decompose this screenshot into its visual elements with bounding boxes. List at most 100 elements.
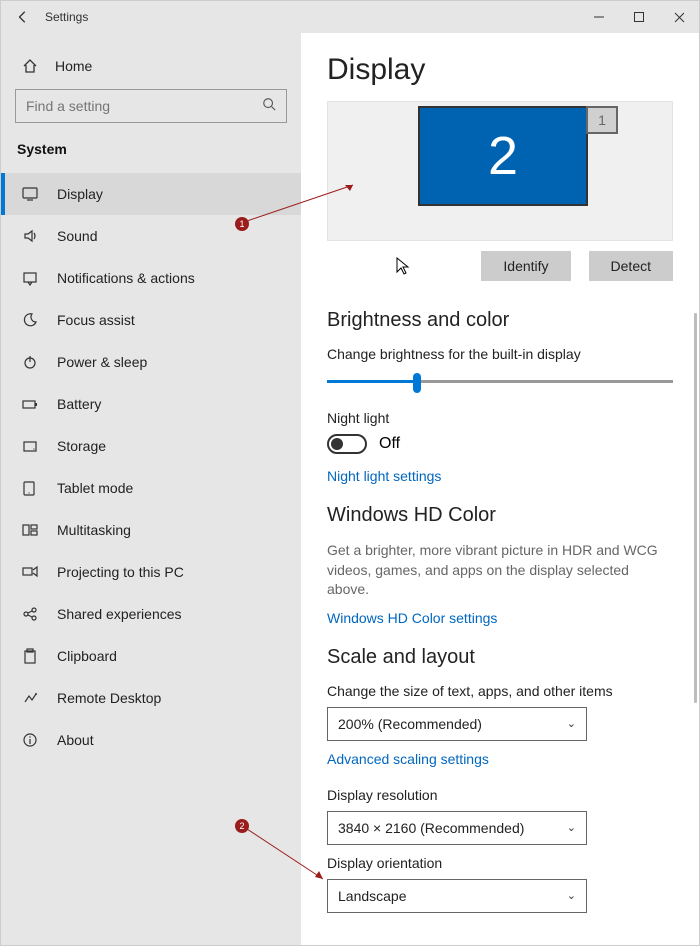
sidebar-item-label: Storage <box>57 438 106 454</box>
scale-value: 200% (Recommended) <box>338 716 482 732</box>
page-title: Display <box>327 53 673 87</box>
brightness-slider[interactable] <box>327 370 673 394</box>
sidebar-item-share[interactable]: Shared experiences <box>1 593 301 635</box>
window-controls <box>579 1 699 33</box>
brightness-label: Change brightness for the built-in displ… <box>327 346 673 362</box>
hd-description: Get a brighter, more vibrant picture in … <box>327 541 673 600</box>
sidebar-item-remote[interactable]: Remote Desktop <box>1 677 301 719</box>
notifications-icon <box>21 269 39 287</box>
sidebar-item-project[interactable]: Projecting to this PC <box>1 551 301 593</box>
maximize-button[interactable] <box>619 1 659 33</box>
sidebar-item-tablet[interactable]: Tablet mode <box>1 467 301 509</box>
chevron-down-icon: ⌄ <box>567 889 576 902</box>
resolution-value: 3840 × 2160 (Recommended) <box>338 820 524 836</box>
clipboard-icon <box>21 647 39 665</box>
sidebar-item-label: Remote Desktop <box>57 690 161 706</box>
sidebar-item-label: Shared experiences <box>57 606 182 622</box>
night-light-row: Off <box>327 434 673 454</box>
close-button[interactable] <box>659 1 699 33</box>
annotation-badge-1: 1 <box>235 217 249 231</box>
sidebar-item-battery[interactable]: Battery <box>1 383 301 425</box>
sidebar-item-label: Clipboard <box>57 648 117 664</box>
sidebar-item-storage[interactable]: Storage <box>1 425 301 467</box>
share-icon <box>21 605 39 623</box>
chevron-down-icon: ⌄ <box>567 717 576 730</box>
sidebar-item-label: Notifications & actions <box>57 270 195 286</box>
settings-window: Settings Home <box>0 0 700 946</box>
cursor-icon <box>396 257 410 275</box>
annotation-badge-2: 2 <box>235 819 249 833</box>
sidebar: Home System Display Sound Notifications & … <box>1 33 301 945</box>
moon-icon <box>21 311 39 329</box>
sidebar-item-sound[interactable]: Sound <box>1 215 301 257</box>
power-icon <box>21 353 39 371</box>
identify-button[interactable]: Identify <box>481 251 570 281</box>
monitor-2[interactable]: 2 <box>418 106 588 206</box>
sidebar-item-label: Battery <box>57 396 101 412</box>
sidebar-item-multitask[interactable]: Multitasking <box>1 509 301 551</box>
window-title: Settings <box>45 10 88 24</box>
orientation-value: Landscape <box>338 888 407 904</box>
sidebar-item-label: Tablet mode <box>57 480 133 496</box>
sound-icon <box>21 227 39 245</box>
home-label: Home <box>55 58 92 74</box>
minimize-button[interactable] <box>579 1 619 33</box>
back-button[interactable] <box>9 3 37 31</box>
sidebar-item-label: Projecting to this PC <box>57 564 184 580</box>
about-icon <box>21 731 39 749</box>
search-icon <box>262 97 276 116</box>
resolution-select[interactable]: 3840 × 2160 (Recommended) ⌄ <box>327 811 587 845</box>
detect-button[interactable]: Detect <box>589 251 673 281</box>
sidebar-item-label: Multitasking <box>57 522 131 538</box>
night-light-state: Off <box>379 435 400 453</box>
search-input[interactable] <box>15 89 287 123</box>
sidebar-item-power[interactable]: Power & sleep <box>1 341 301 383</box>
toggle-knob <box>331 438 343 450</box>
sidebar-item-about[interactable]: About <box>1 719 301 761</box>
monitor-arrangement[interactable]: 2 1 <box>327 101 673 241</box>
resolution-label: Display resolution <box>327 787 673 803</box>
search-field[interactable] <box>26 98 262 114</box>
hd-heading: Windows HD Color <box>327 504 673 527</box>
sidebar-item-label: Power & sleep <box>57 354 147 370</box>
display-icon <box>21 185 39 203</box>
scale-heading: Scale and layout <box>327 646 673 669</box>
night-light-label: Night light <box>327 410 673 426</box>
scale-label: Change the size of text, apps, and other… <box>327 683 673 699</box>
section-label: System <box>1 133 301 165</box>
advanced-scaling-link[interactable]: Advanced scaling settings <box>327 751 673 767</box>
slider-fill <box>327 380 417 383</box>
home-button[interactable]: Home <box>1 47 301 85</box>
nav-list: Display Sound Notifications & actions Focus… <box>1 173 301 761</box>
remote-icon <box>21 689 39 707</box>
sidebar-item-label: Focus assist <box>57 312 135 328</box>
sidebar-item-notifications[interactable]: Notifications & actions <box>1 257 301 299</box>
sidebar-item-display[interactable]: Display <box>1 173 301 215</box>
sidebar-item-label: Sound <box>57 228 97 244</box>
sidebar-item-label: Display <box>57 186 103 202</box>
chevron-down-icon: ⌄ <box>567 821 576 834</box>
search-wrap <box>1 85 301 133</box>
monitor-1[interactable]: 1 <box>586 106 618 134</box>
sidebar-item-label: About <box>57 732 94 748</box>
night-light-settings-link[interactable]: Night light settings <box>327 468 673 484</box>
orientation-label: Display orientation <box>327 855 673 871</box>
night-light-toggle[interactable] <box>327 434 367 454</box>
slider-thumb[interactable] <box>413 373 421 393</box>
battery-icon <box>21 395 39 413</box>
storage-icon <box>21 437 39 455</box>
brightness-heading: Brightness and color <box>327 309 673 332</box>
home-icon <box>21 57 39 75</box>
content-pane: Display 2 1 Identify Detect Brightness a… <box>301 33 699 945</box>
monitor-buttons: Identify Detect <box>327 251 673 281</box>
scale-select[interactable]: 200% (Recommended) ⌄ <box>327 707 587 741</box>
tablet-icon <box>21 479 39 497</box>
project-icon <box>21 563 39 581</box>
multitask-icon <box>21 521 39 539</box>
titlebar: Settings <box>1 1 699 33</box>
orientation-select[interactable]: Landscape ⌄ <box>327 879 587 913</box>
sidebar-item-clipboard[interactable]: Clipboard <box>1 635 301 677</box>
content-scrollbar[interactable] <box>694 313 697 703</box>
hd-settings-link[interactable]: Windows HD Color settings <box>327 610 673 626</box>
sidebar-item-moon[interactable]: Focus assist <box>1 299 301 341</box>
